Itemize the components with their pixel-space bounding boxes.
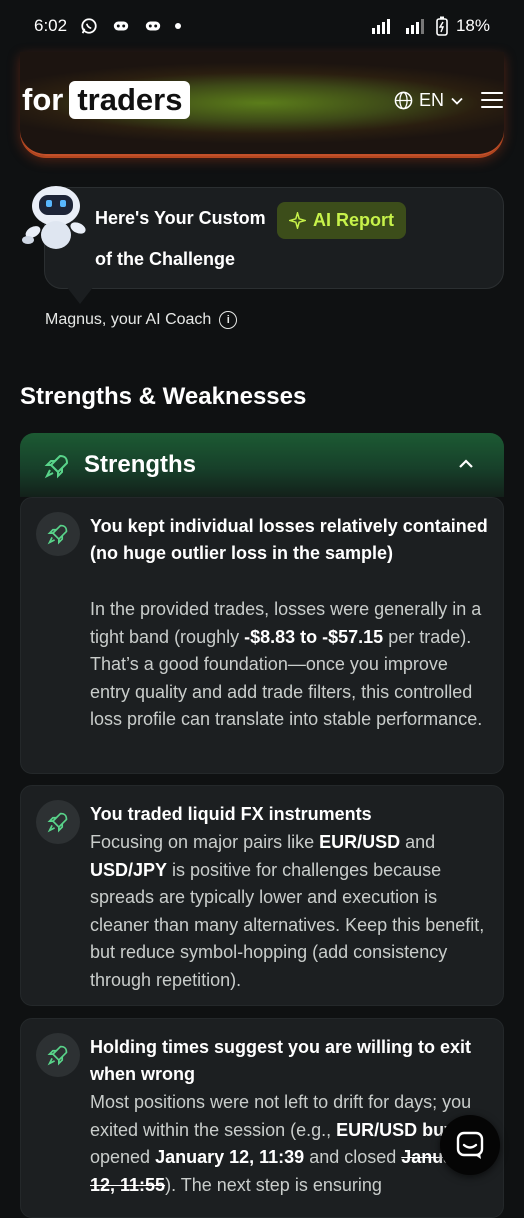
game-controller-icon — [113, 21, 129, 31]
strength-item-body: Focusing on major pairs like EUR/USD and… — [90, 832, 485, 990]
signal-icon — [405, 19, 424, 34]
info-icon[interactable]: i — [219, 311, 238, 329]
language-label: EN — [419, 90, 445, 110]
app-logo[interactable]: for traders — [22, 81, 191, 119]
strength-item-icon-badge — [36, 800, 80, 844]
chevron-down-icon — [451, 97, 463, 105]
coach-message-line-2: of the Challenge — [95, 249, 236, 269]
strength-item-title: Holding times suggest you are willing to… — [90, 1037, 472, 1084]
battery-percent: 18% — [455, 16, 490, 35]
app-header: for traders EN — [20, 52, 504, 156]
strengths-accordion-header[interactable]: Strengths — [20, 433, 504, 497]
coach-message-line-1: Here's Your Custom — [95, 208, 266, 228]
coach-name: Magnus, your AI Coach i — [45, 311, 238, 329]
chevron-up-icon[interactable] — [457, 455, 475, 473]
notification-dot-icon — [175, 23, 182, 29]
strength-item-icon-badge — [36, 1033, 80, 1077]
strength-item-title: You kept individual losses relatively co… — [90, 516, 488, 563]
section-title: Strengths & Weaknesses — [20, 383, 307, 410]
sparkle-icon — [289, 212, 306, 229]
logo-boxed-word: traders — [69, 81, 191, 119]
hamburger-menu-icon[interactable] — [481, 92, 503, 110]
strength-item: You kept individual losses relatively co… — [20, 497, 504, 774]
signal-icon — [371, 19, 390, 34]
rocket-icon — [47, 1045, 68, 1066]
strengths-label: Strengths — [84, 451, 197, 478]
strength-item: You traded liquid FX instruments Focusin… — [20, 785, 504, 1006]
status-bar: 6:02 18% — [0, 0, 524, 52]
rocket-icon — [44, 455, 68, 479]
strength-item: Holding times suggest you are willing to… — [20, 1018, 504, 1218]
ai-coach-bubble — [44, 187, 504, 289]
rocket-icon — [47, 524, 68, 545]
strength-item-body: In the provided trades, losses were gene… — [90, 599, 483, 729]
logo-prefix: for — [22, 82, 64, 117]
ai-report-badge: AI Report — [277, 202, 406, 239]
chat-support-button[interactable] — [440, 1115, 500, 1175]
status-time: 6:02 — [34, 16, 68, 35]
coach-name-label: Magnus, your AI Coach — [45, 311, 212, 328]
battery-icon — [436, 16, 448, 36]
rocket-icon — [47, 812, 68, 833]
ai-report-label: AI Report — [313, 210, 394, 230]
whatsapp-icon — [81, 18, 97, 34]
chat-bubble-icon — [456, 1131, 484, 1159]
robot-mascot-icon — [22, 186, 86, 249]
strength-item-title: You traded liquid FX instruments — [90, 804, 372, 824]
strength-item-icon-badge — [36, 512, 80, 556]
game-controller-icon — [145, 21, 161, 31]
strength-item-body: Most positions were not left to drift fo… — [90, 1092, 472, 1195]
globe-icon — [394, 91, 413, 110]
language-selector[interactable]: EN — [394, 90, 464, 111]
speech-bubble-tail — [66, 286, 94, 304]
